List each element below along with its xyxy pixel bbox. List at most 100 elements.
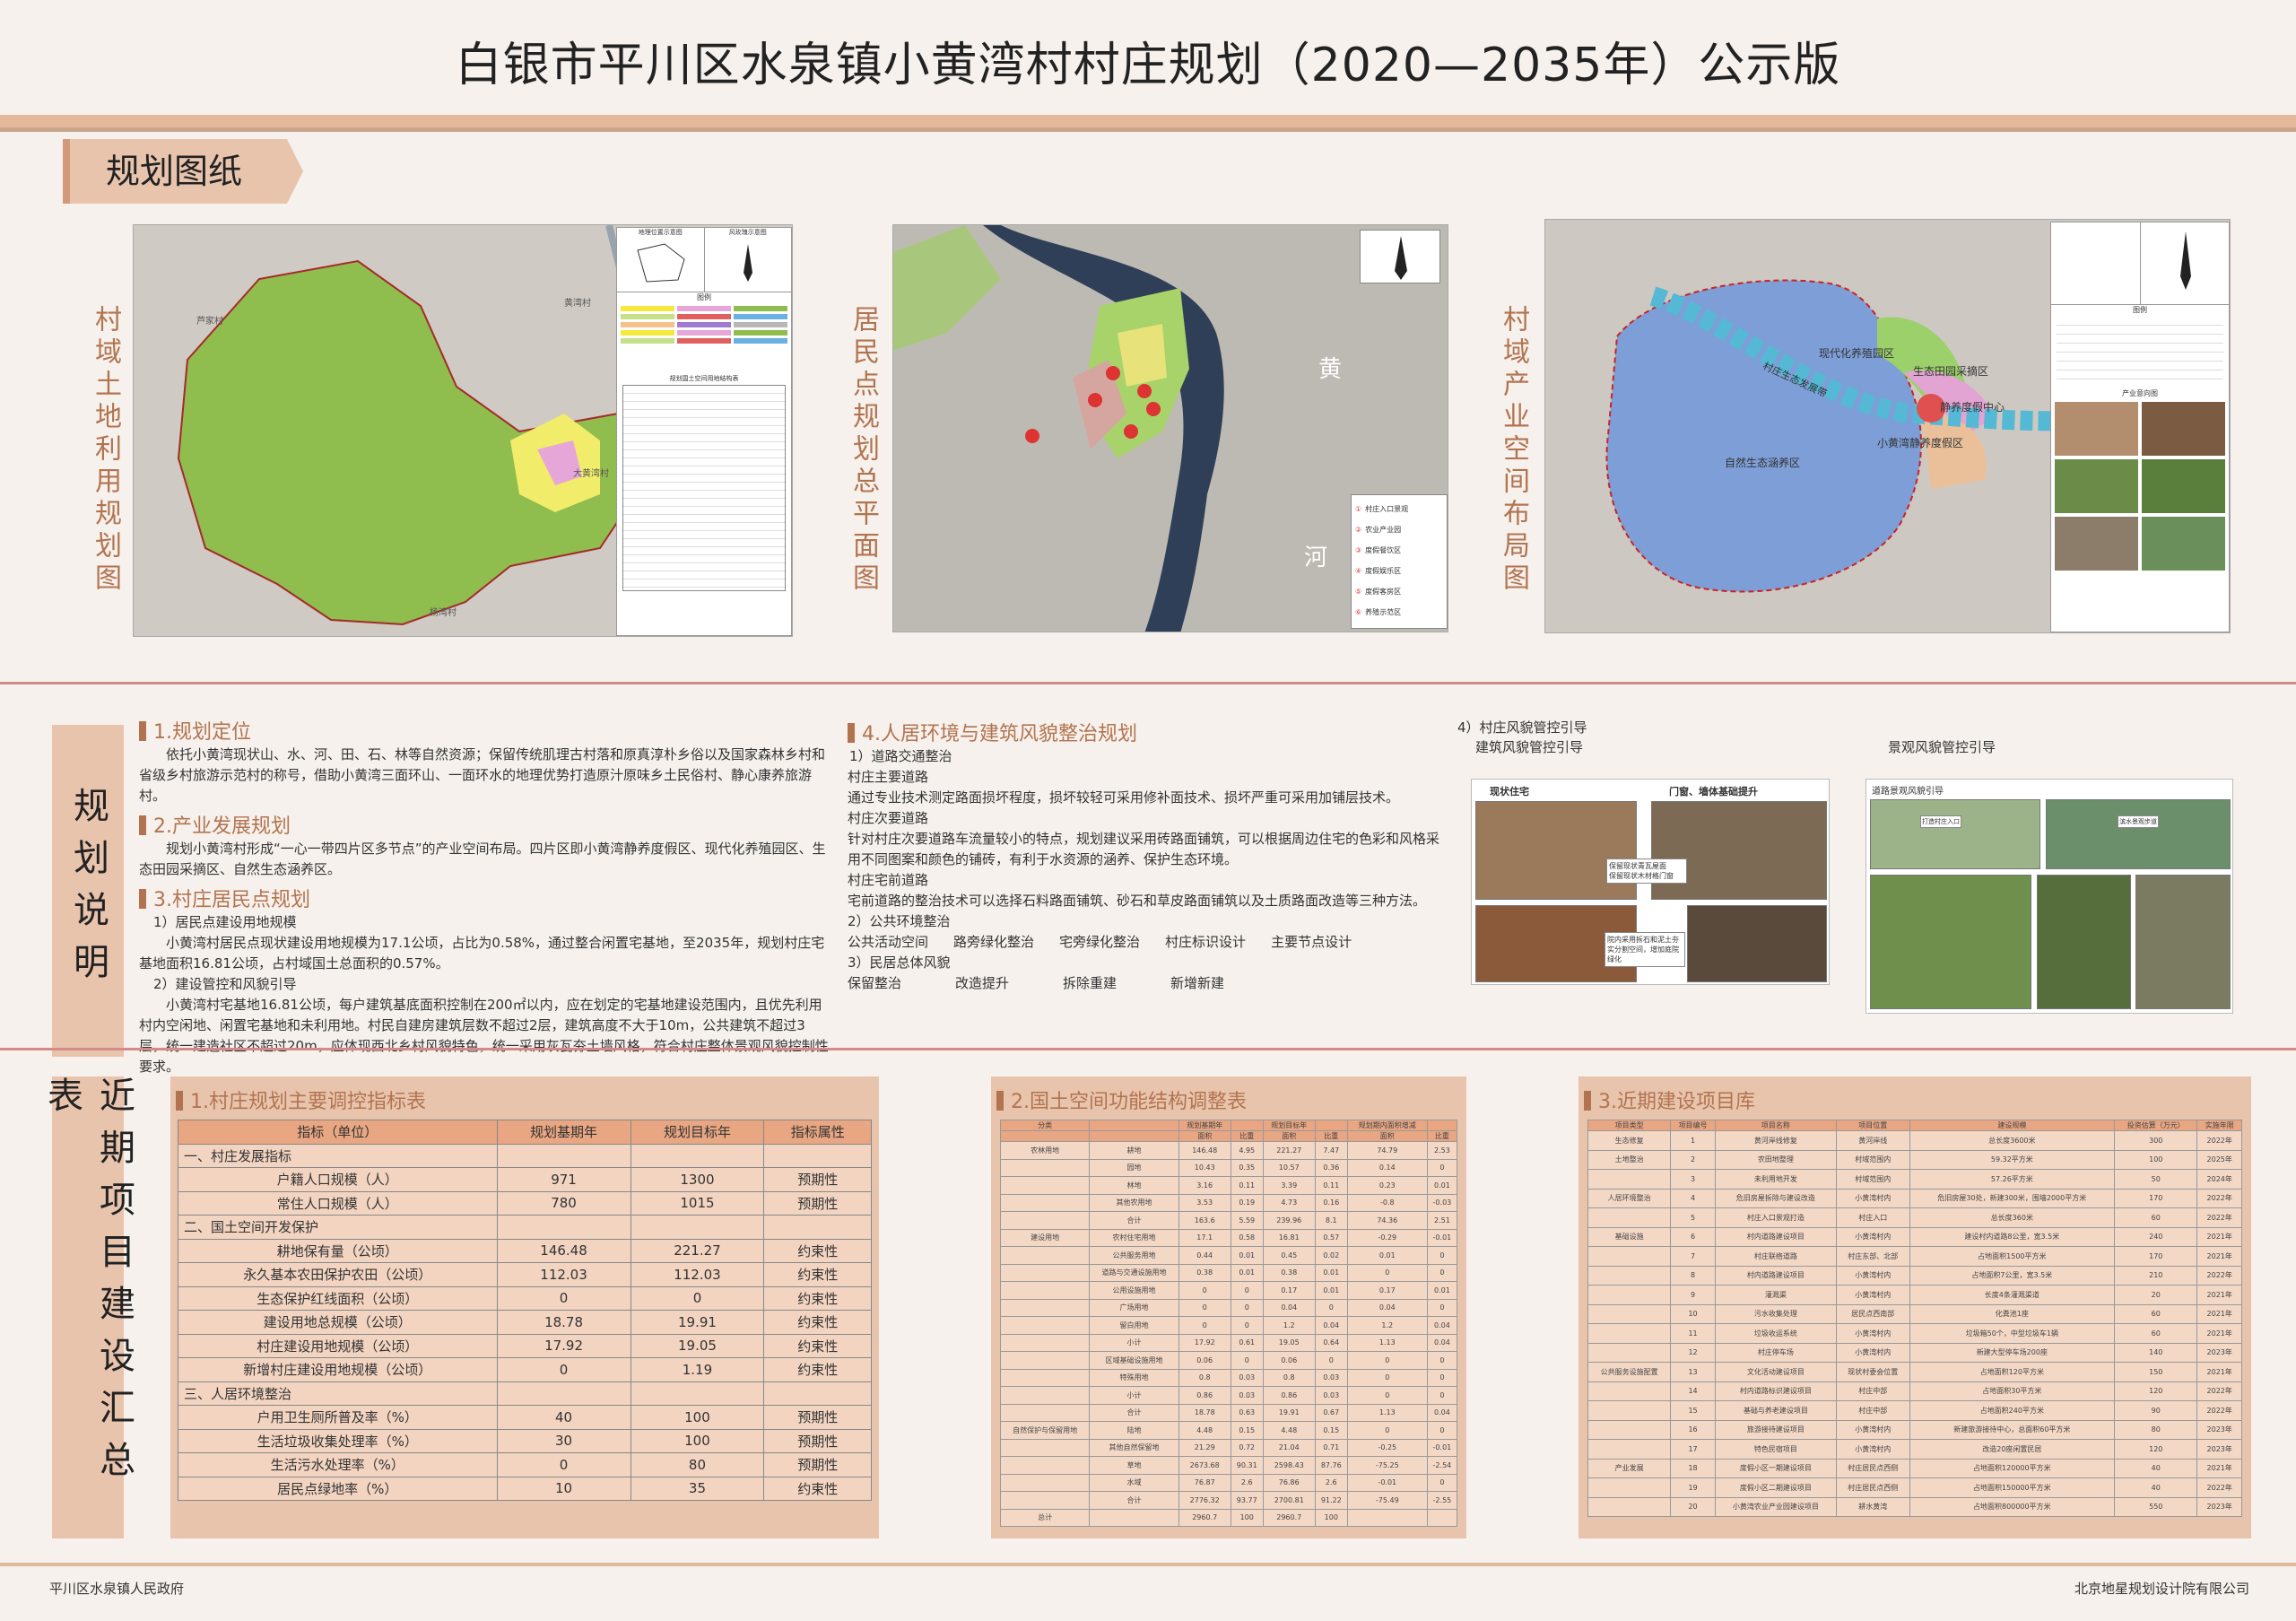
t3-cell: 基础设施 — [1587, 1226, 1672, 1247]
table-row: 生态修复 1 黄河岸线修复 黄河岸线 总长度3600米 300 2022年 — [1587, 1130, 2242, 1151]
t2-cell: 0.63 — [1230, 1403, 1264, 1422]
t1-cell: 建设用地总规模（公顷） — [178, 1310, 498, 1335]
table-row: 生活垃圾收集处理率（%） 30 100 预期性 — [178, 1428, 872, 1453]
project-table-head: 项目类型 项目编号 项目名称 项目位置 建设规模 投资估算（万元） 实施年限 — [1587, 1120, 2242, 1131]
t1-cell: 生活垃圾收集处理率（%） — [178, 1428, 498, 1453]
table-row: 公共服务设施配置 13 文化活动建设项目 现状村委会位置 占地面积120平方米 150 20… — [1587, 1362, 2242, 1382]
table-row: 耕地保有量（公顷） 146.48 221.27 约束性 — [178, 1238, 872, 1263]
section-panel-description: 规划说明 — [52, 725, 124, 1057]
t3-cell: 占地面积1500平方米 — [1909, 1246, 2116, 1267]
t3-cell: 村庄入口景观打造 — [1714, 1207, 1837, 1228]
t3-cell: 2021年 — [2196, 1226, 2242, 1247]
t3-cell: 基础与养老建设项目 — [1714, 1400, 1837, 1421]
t2-cell: 18.78 — [1178, 1403, 1231, 1422]
table-row: 村庄建设用地规模（公顷） 17.92 19.05 约束性 — [178, 1333, 872, 1358]
residential-legend: ① 村庄入口景观 ② 农业产业园 ③ 度假餐饮区 ④ 度假娱乐区 ⑤ 度假客房区 ⑥ 养殖示… — [1351, 494, 1448, 629]
t2-cell: 小计 — [1089, 1386, 1179, 1405]
table-row: 总计 2960.7 100 2960.7 100 — [999, 1508, 1458, 1527]
village-label-3: 大黄湾村 — [573, 467, 609, 479]
t2-head-cell: 面积 — [1346, 1130, 1428, 1142]
table-row: 土地整治 2 农田地整理 村域范围内 59.32平方米 100 2025年 — [1587, 1149, 2242, 1170]
t3-cell: 2021年 — [2196, 1285, 2242, 1305]
t2-cell: 农林用地 — [999, 1141, 1091, 1160]
s4-heading: 4.人居环境与建筑风貌整治规划 — [848, 718, 1439, 746]
t3-cell: 60 — [2114, 1207, 2198, 1228]
map3-label: 村域产业空间布局图 — [1498, 305, 1529, 596]
t3-cell: 2023年 — [2196, 1439, 2242, 1460]
t3-cell: 14 — [1670, 1381, 1716, 1401]
t2-cell: 自然保护与保留用地 — [999, 1421, 1091, 1440]
t2-head-cell: 规划基期年 — [1178, 1120, 1231, 1131]
t3-cell: 改造20座闲置民居 — [1909, 1439, 2116, 1460]
table-row: 9 灌溉渠 小黄湾村内 长度4条灌溉渠道 20 2021年 — [1587, 1285, 2242, 1305]
t3-cell: 4 — [1670, 1188, 1716, 1208]
structure-table: 分类 规划基期年 规划目标年 规划期内面积增减 面积 比重 面积 比重 面积 比重 农林用地 耕地… — [999, 1120, 1458, 1527]
t2-cell: 0 — [1230, 1316, 1264, 1335]
legend-item-1: ① 村庄入口景观 — [1355, 499, 1443, 519]
t2-cell: 合计 — [1089, 1211, 1179, 1230]
t3-cell: 550 — [2114, 1496, 2198, 1517]
t3-cell: 村庄东部、北部 — [1835, 1246, 1910, 1267]
t3-cell: 度假小区二期建设项目 — [1714, 1477, 1837, 1498]
project-table: 项目类型 项目编号 项目名称 项目位置 建设规模 投资估算（万元） 实施年限 生态修复 1 黄河… — [1587, 1120, 2242, 1517]
t2-cell — [999, 1298, 1091, 1317]
table-row: 人居环境整治 4 危旧房屋拆除与建设改造 小黄湾村内 危旧房屋30处，新建300米，围墙… — [1587, 1188, 2242, 1208]
t2-cell: 4.48 — [1178, 1421, 1231, 1440]
t1-cell: 预期性 — [763, 1452, 872, 1477]
indicator-table: 指标（单位） 规划基期年 规划目标年 指标属性 一、村庄发展指标 户籍人口规模（人… — [178, 1120, 872, 1501]
table-row: 7 村庄联络道路 村庄东部、北部 占地面积1500平方米 170 2021年 — [1587, 1246, 2242, 1267]
t2-cell: 0.01 — [1314, 1263, 1348, 1282]
table-row: 11 垃圾收运系统 小黄湾村内 垃圾箱50个，中型垃圾车1辆 60 2021年 — [1587, 1323, 2242, 1344]
t2-cell: 2776.32 — [1178, 1491, 1231, 1510]
t3-cell: 黄河岸线 — [1835, 1130, 1910, 1151]
t3-cell: 总长度3600米 — [1909, 1130, 2116, 1151]
t3-cell: 2022年 — [2196, 1207, 2242, 1228]
industry-photo-grid — [2051, 398, 2229, 574]
land-use-table-title: 规划国土空间用地结构表 — [669, 375, 739, 382]
t3-head-cell: 建设规模 — [1909, 1120, 2116, 1131]
photo-label-current: 现状住宅 — [1490, 786, 1529, 797]
t2-cell: 0 — [1426, 1298, 1458, 1317]
t3-cell: 6 — [1670, 1226, 1716, 1247]
s3-sub1: 1）居民点建设用地规模 — [153, 914, 297, 930]
s4-c-item-1: 保留整治 — [848, 975, 902, 991]
t3-head-cell: 实施年限 — [2196, 1120, 2242, 1131]
s4-b: 2）公共环境整治 — [848, 913, 951, 929]
t1-cell: 1015 — [630, 1190, 765, 1216]
t2-cell: -0.29 — [1346, 1228, 1428, 1247]
project-table-panel: 3.近期建设项目库 项目类型 项目编号 项目名称 项目位置 建设规模 投资估算（万元） 实施… — [1578, 1076, 2251, 1538]
t2-cell: 0 — [1426, 1473, 1458, 1492]
table-row: 户用卫生厕所普及率（%） 40 100 预期性 — [178, 1405, 872, 1430]
t1-cell — [630, 1381, 765, 1406]
s4-a3: 宅前道路的整治技术可以选择石料路面铺筑、砂石和草皮路面铺筑以及土质路面改造等三种… — [848, 893, 1427, 909]
t2-cell: 0.04 — [1346, 1298, 1428, 1317]
village-label-2: 黄湾村 — [564, 297, 591, 309]
t1-cell: 约束性 — [763, 1310, 872, 1335]
t1-cell: 0 — [496, 1357, 631, 1382]
table-row: 公用设施用地 0 0 0.17 0.01 0.17 0.01 — [999, 1281, 1458, 1300]
table-row: 8 村内道路建设项目 小黄湾村内 占地面积7公里，宽3.5米 210 2022年 — [1587, 1265, 2242, 1285]
industry-legend-panel: 图例 产业意向图 — [2050, 222, 2230, 632]
t2-cell: 19.91 — [1262, 1403, 1316, 1422]
t2-cell: 17.1 — [1178, 1228, 1231, 1247]
t2-cell: 0.86 — [1178, 1386, 1231, 1405]
s4-b-item-2: 路旁绿化整治 — [953, 934, 1035, 950]
t2-cell — [999, 1386, 1091, 1405]
s4-b-item-4: 村庄标识设计 — [1165, 934, 1247, 950]
t2-cell: 广场用地 — [1089, 1298, 1179, 1317]
t2-head-cell: 面积 — [1178, 1130, 1231, 1142]
s3-text2: 小黄湾村宅基地16.81公顷，每户建筑基底面积控制在200㎡以内，应在划定的宅基… — [139, 997, 829, 1075]
note-waterfront: 滨水景观步道 — [2118, 815, 2159, 828]
s4-b-item-5: 主要节点设计 — [1271, 934, 1352, 950]
t2-cell: 水域 — [1089, 1473, 1179, 1492]
t3-cell — [1587, 1207, 1672, 1228]
t1-cell: 0 — [496, 1285, 631, 1311]
legend-item-6-label: 养殖示范区 — [1365, 608, 1402, 616]
t3-cell: 9 — [1670, 1285, 1716, 1305]
t2-cell: 239.96 — [1262, 1211, 1316, 1230]
legend-item-3-label: 度假餐饮区 — [1365, 546, 1402, 554]
legend-item-5: ⑤ 度假客房区 — [1355, 581, 1443, 602]
t1-cell: 预期性 — [763, 1428, 872, 1453]
table-row: 自然保护与保留用地 陆地 4.48 0.15 4.48 0.15 0 0 — [999, 1421, 1458, 1440]
t2-cell: 道路与交通设施用地 — [1089, 1263, 1179, 1282]
